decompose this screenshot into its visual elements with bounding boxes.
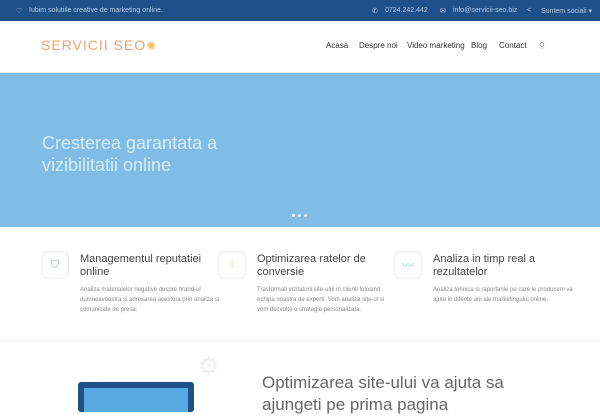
feature-text: Analiza materialelor negative despre bra…: [80, 287, 220, 313]
tagline: Iubim solutiile creative de marketing on…: [29, 7, 163, 14]
feature-text: Trasformati vizitatorii site-ului in cli…: [257, 287, 385, 313]
logo-text: SERVICII SEO: [41, 37, 147, 53]
feature-text: Analiza tehnica si raportarile pe care l…: [433, 287, 573, 303]
slider-dot-2[interactable]: [298, 214, 301, 217]
header: SERVICII SEO✺ Acasa Despre noi Video mar…: [0, 21, 600, 73]
slider-dot-3[interactable]: [304, 214, 307, 217]
phone-icon: ✆: [372, 7, 378, 15]
slider-dot-1[interactable]: [292, 214, 295, 217]
section-title: Optimizarea site-ului va ajuta sa ajunge…: [262, 373, 504, 414]
logo[interactable]: SERVICII SEO✺: [41, 37, 157, 53]
social-dropdown[interactable]: Suntem sociali ▾: [541, 7, 592, 15]
nav-contact[interactable]: Contact: [499, 41, 527, 50]
gears-icon: ⚙: [198, 353, 220, 380]
shield-icon: ⛉: [41, 251, 69, 279]
hero-title: Cresterea garantata a vizibilitatii onli…: [42, 133, 218, 175]
chart-line-icon: 〰: [394, 251, 422, 279]
feature-title: Optimizarea ratelor de conversie: [257, 253, 366, 278]
sun-icon: ✺: [146, 39, 158, 53]
nav-acasa[interactable]: Acasa: [326, 41, 348, 50]
phone[interactable]: 0724.242.442: [385, 7, 428, 14]
laptop-illustration: [78, 382, 194, 412]
email[interactable]: info@servicii-seo.biz: [453, 7, 517, 14]
nav-video-marketing[interactable]: Video marketing: [407, 41, 465, 50]
mail-icon: ✉: [440, 7, 446, 15]
top-bar: ♡ Iubim solutiile creative de marketing …: [0, 0, 600, 21]
nav-blog[interactable]: Blog: [471, 41, 487, 50]
feature-title: Analiza in timp real a rezultatelor: [433, 253, 536, 278]
social-label: Suntem sociali: [541, 7, 587, 15]
share-icon: <: [527, 7, 532, 14]
heart-icon: ♡: [16, 7, 23, 15]
nav-despre-noi[interactable]: Despre noi: [359, 41, 398, 50]
search-icon[interactable]: ⚲: [539, 41, 545, 50]
feature-title: Managementul reputatiei online: [80, 253, 202, 278]
divider: [0, 340, 600, 341]
sliders-icon: ⫶: [218, 251, 246, 279]
hero-slider: Cresterea garantata a vizibilitatii onli…: [0, 73, 600, 227]
